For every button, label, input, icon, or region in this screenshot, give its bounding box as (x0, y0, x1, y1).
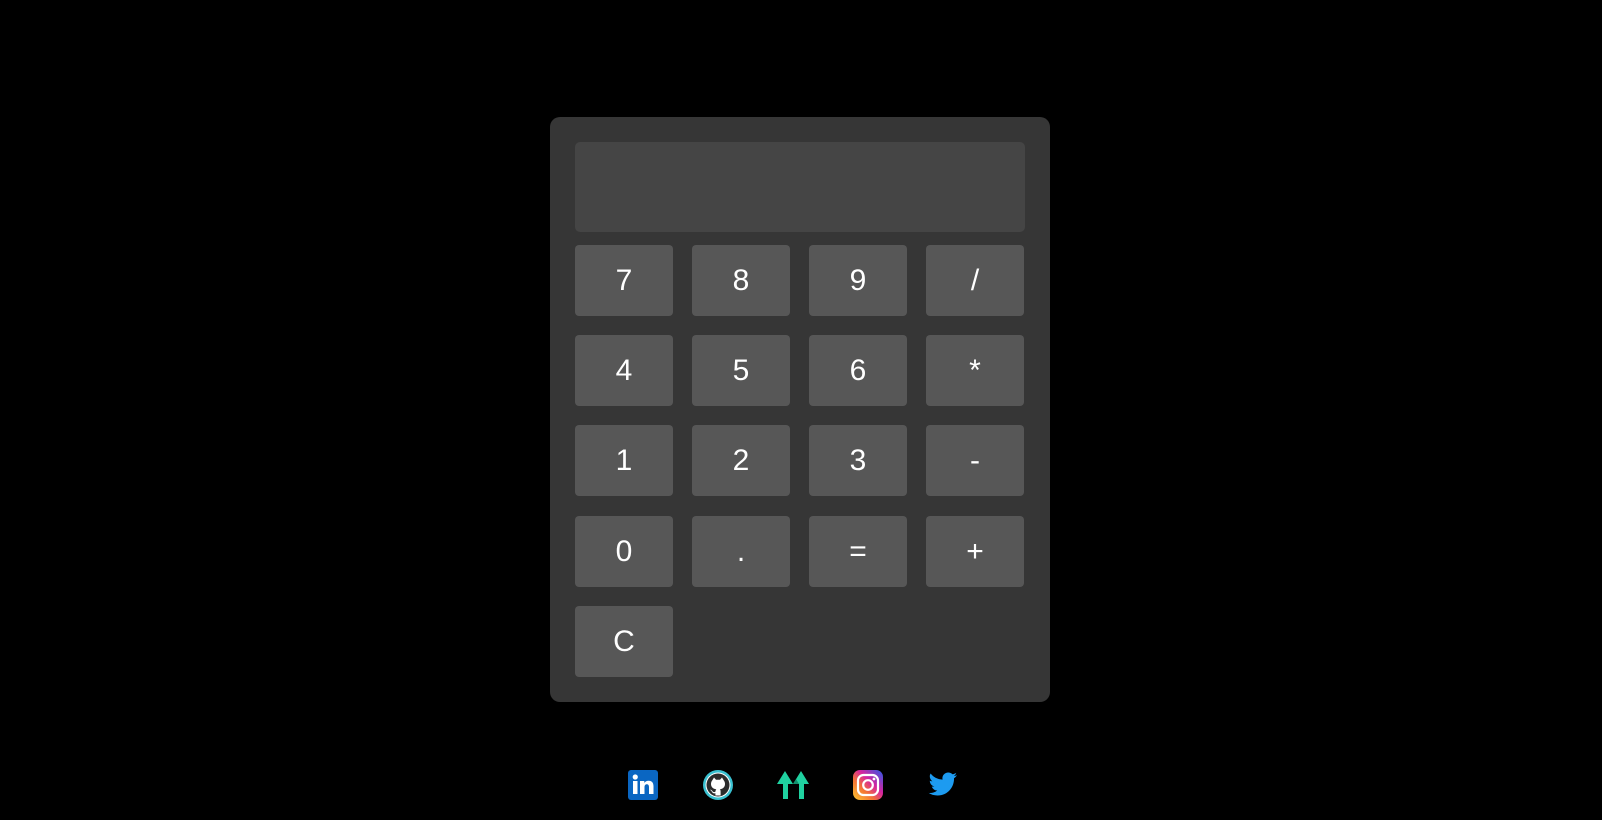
key-6[interactable]: 6 (809, 335, 907, 406)
twitter-link[interactable] (928, 770, 958, 800)
key-3[interactable]: 3 (809, 425, 907, 496)
calculator-display (575, 142, 1025, 232)
key-equals[interactable]: = (809, 516, 907, 587)
upwork-icon (776, 770, 810, 800)
key-add[interactable]: + (926, 516, 1024, 587)
github-link[interactable] (703, 770, 733, 800)
key-7[interactable]: 7 (575, 245, 673, 316)
key-8[interactable]: 8 (692, 245, 790, 316)
key-0[interactable]: 0 (575, 516, 673, 587)
key-4[interactable]: 4 (575, 335, 673, 406)
instagram-link[interactable] (853, 770, 883, 800)
key-5[interactable]: 5 (692, 335, 790, 406)
key-clear[interactable]: C (575, 606, 673, 677)
linkedin-icon (628, 770, 658, 800)
key-1[interactable]: 1 (575, 425, 673, 496)
upwork-link[interactable] (776, 770, 810, 800)
key-decimal[interactable]: . (692, 516, 790, 587)
key-9[interactable]: 9 (809, 245, 907, 316)
key-multiply[interactable]: * (926, 335, 1024, 406)
key-divide[interactable]: / (926, 245, 1024, 316)
instagram-icon (853, 770, 883, 800)
linkedin-link[interactable] (628, 770, 658, 800)
calculator-panel: 7 8 9 / 4 5 6 * 1 2 3 - 0 . = + C (550, 117, 1050, 702)
github-icon (702, 769, 734, 801)
twitter-icon (928, 772, 958, 798)
key-subtract[interactable]: - (926, 425, 1024, 496)
key-2[interactable]: 2 (692, 425, 790, 496)
